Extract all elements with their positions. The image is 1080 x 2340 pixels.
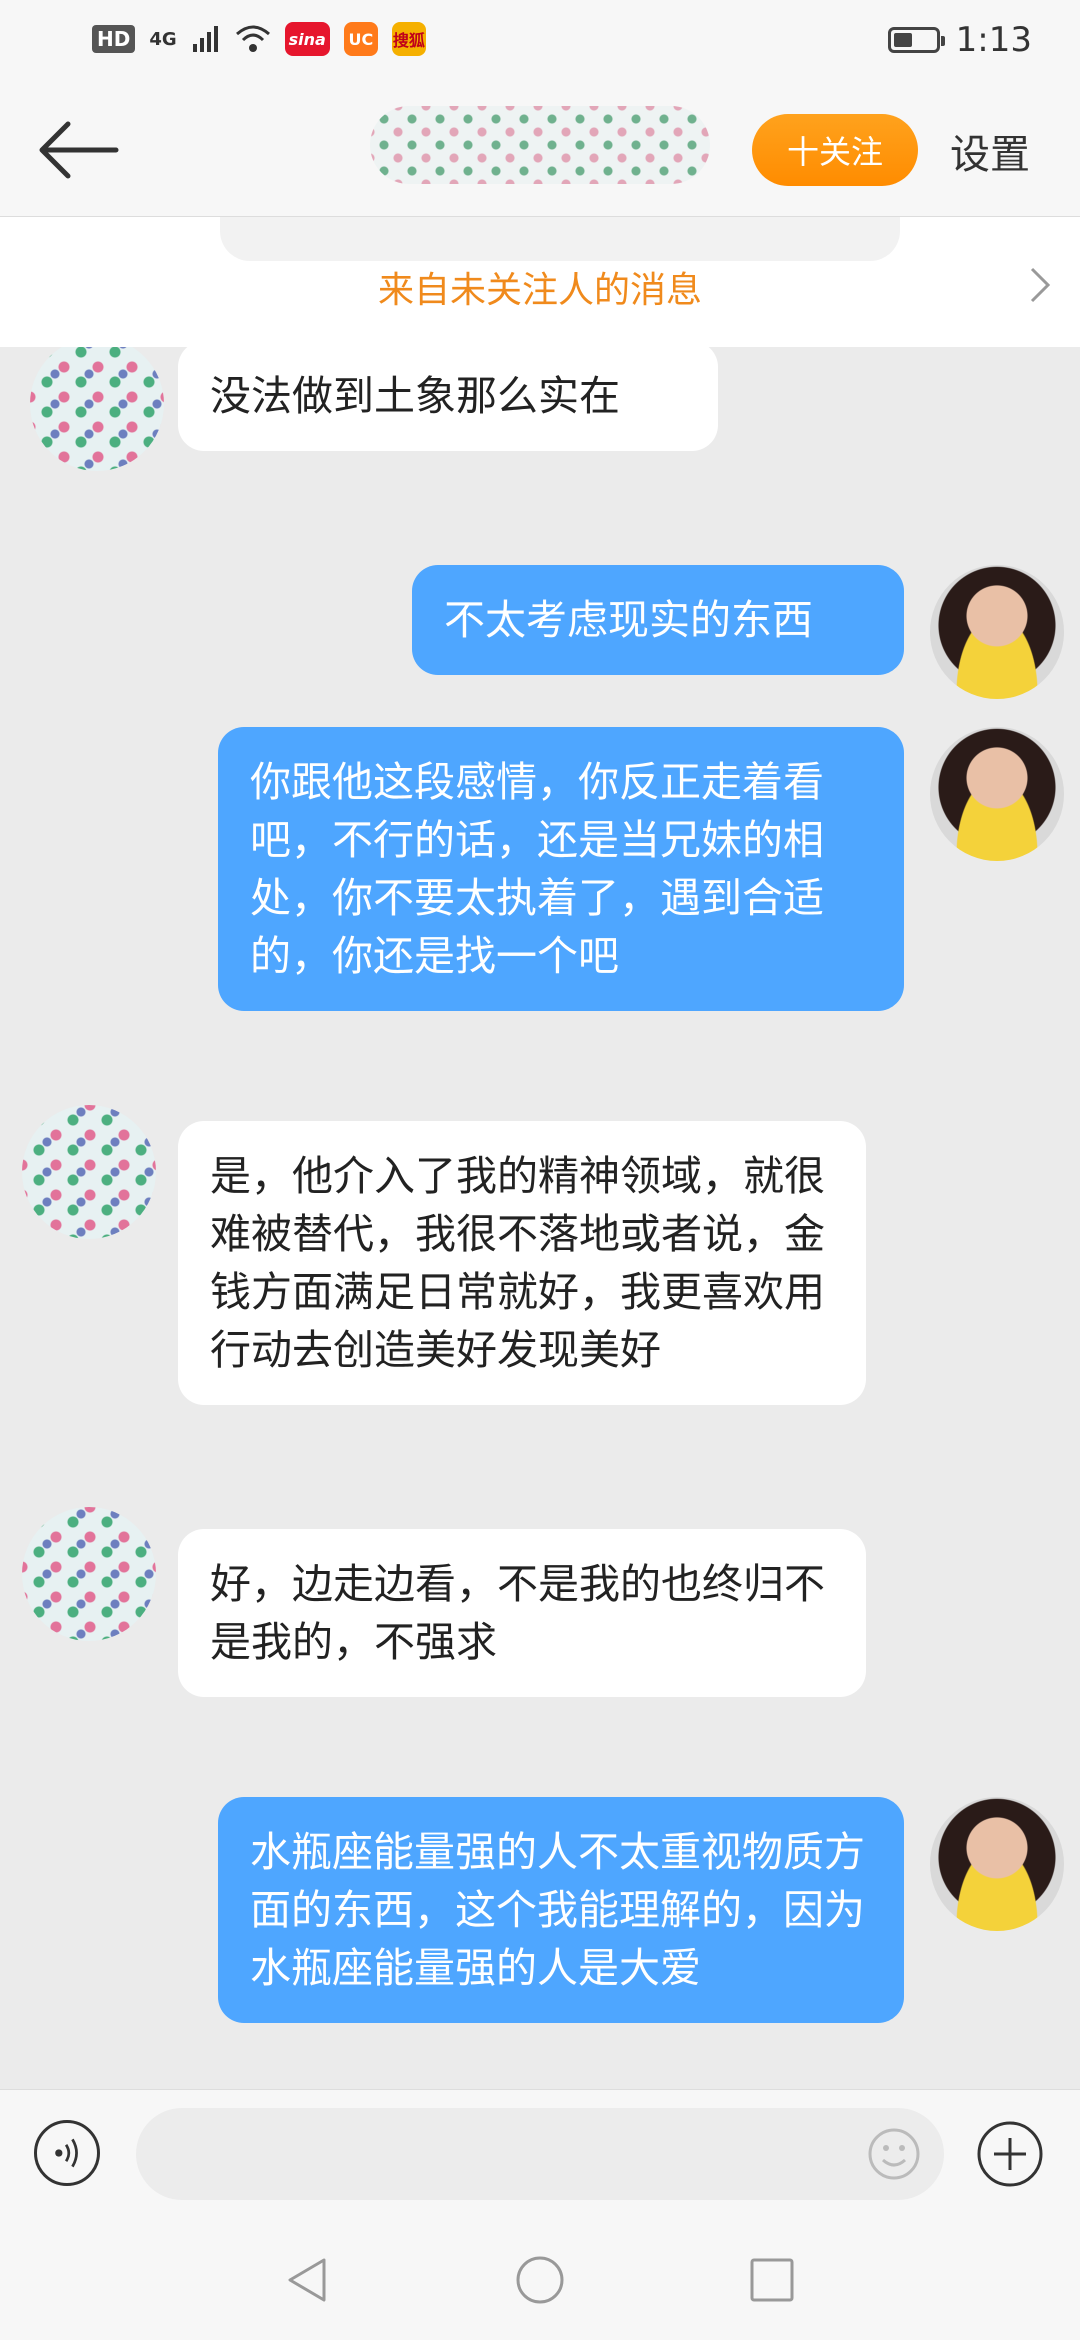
message-bubble-incoming[interactable]: 是，他介入了我的精神领域，就很难被替代，我很不落地或者说，金钱方面满足日常就好，… [178,1121,866,1405]
sina-weibo-icon: sina [284,22,330,56]
chat-header: 十关注 设置 [0,84,1080,217]
network-4g-label: 4G [149,28,177,50]
message-bubble-outgoing[interactable]: 你跟他这段感情，你反正走着看吧，不行的话，还是当兄妹的相处，你不要太执着了，遇到… [218,727,904,1011]
add-attachment-icon[interactable] [976,2120,1044,2188]
status-bar: HD 4G sina UC 搜狐 1:13 [0,0,1080,84]
follow-button-label: 十关注 [786,133,883,171]
uc-browser-icon: UC [343,22,378,56]
message-list[interactable]: 没法做到土象那么实在 不太考虑现实的东西 你跟他这段感情，你反正走着看吧，不行的… [0,347,1080,2089]
back-arrow-icon[interactable] [38,118,120,182]
status-bar-left: HD 4G sina UC 搜狐 [92,22,426,56]
unfollowed-messages-banner[interactable]: 来自未关注人的消息 [0,217,1080,347]
avatar[interactable] [930,1797,1064,1931]
message-input-bar [0,2089,1080,2220]
notice-shadow [220,217,900,261]
emoji-icon[interactable] [866,2126,922,2182]
wifi-icon [235,25,270,52]
avatar[interactable] [22,1507,156,1641]
nav-back-icon[interactable] [280,2252,336,2308]
avatar[interactable] [930,727,1064,861]
contact-name-obscured [370,106,710,184]
nav-home-icon[interactable] [512,2252,568,2308]
settings-button[interactable]: 设置 [950,122,1030,180]
status-bar-right: 1:13 [887,20,1032,60]
chevron-right-icon [1030,267,1051,303]
message-bubble-incoming[interactable]: 没法做到土象那么实在 [178,347,718,451]
hd-badge: HD [92,25,136,53]
nav-recents-icon[interactable] [744,2252,800,2308]
message-bubble-outgoing[interactable]: 不太考虑现实的东西 [412,565,904,675]
follow-button[interactable]: 十关注 [752,114,918,186]
signal-icon [192,26,218,52]
message-bubble-outgoing[interactable]: 水瓶座能量强的人不太重视物质方面的东西，这个我能理解的，因为水瓶座能量强的人是大… [218,1797,904,2023]
message-input[interactable] [136,2108,944,2200]
voice-input-icon[interactable] [34,2120,100,2186]
message-bubble-incoming[interactable]: 好，边走边看，不是我的也终归不是我的，不强求 [178,1529,866,1697]
sohu-video-icon: 搜狐 [391,22,426,56]
avatar[interactable] [22,1105,156,1239]
notice-text: 来自未关注人的消息 [377,270,702,311]
clock: 1:13 [955,20,1032,60]
system-navigation-bar [0,2220,1080,2340]
battery-icon [887,27,945,53]
avatar[interactable] [30,347,164,471]
avatar[interactable] [930,565,1064,699]
